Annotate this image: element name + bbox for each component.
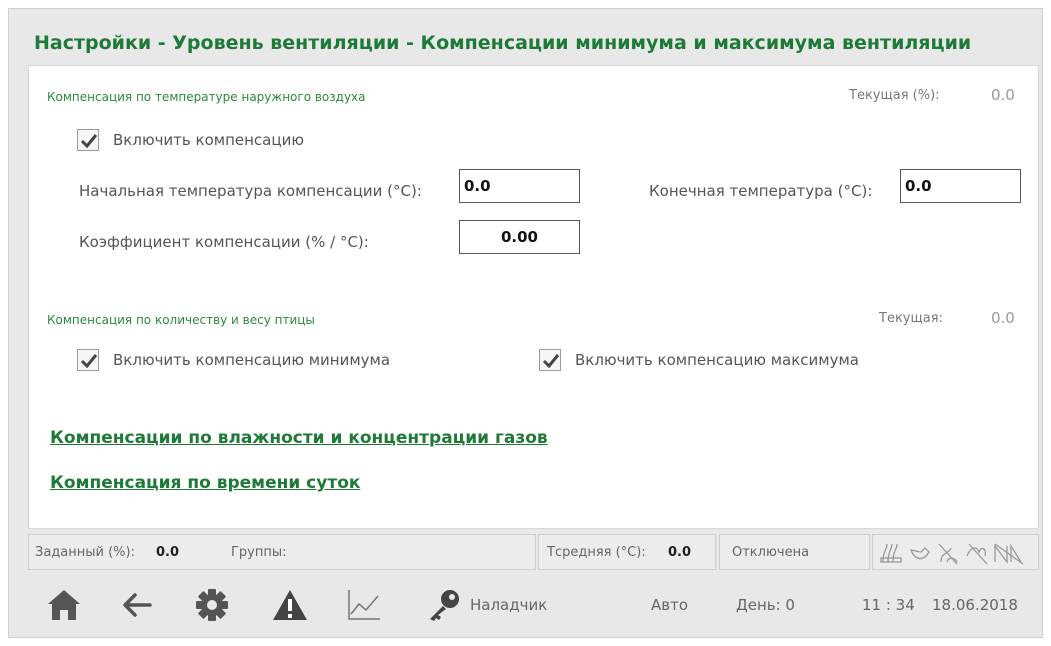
time-of-day-compensation-link[interactable]: Компенсация по времени суток bbox=[50, 473, 360, 493]
avg-temp-value: 0.0 bbox=[668, 545, 692, 560]
day-counter: День: 0 bbox=[736, 596, 795, 614]
enable-compensation-label: Включить компенсацию bbox=[113, 131, 304, 149]
status-avg-temp-box: Тсредняя (°C): 0.0 bbox=[538, 534, 716, 570]
coefficient-input[interactable] bbox=[459, 220, 580, 254]
no-light-icon bbox=[994, 543, 1024, 565]
gear-icon[interactable] bbox=[195, 588, 229, 622]
birds-section-title: Компенсация по количеству и весу птицы bbox=[47, 313, 315, 327]
enable-min-compensation-label: Включить компенсацию минимума bbox=[113, 351, 391, 369]
clock-time: 11 : 34 bbox=[862, 596, 915, 614]
key-icon[interactable] bbox=[426, 588, 462, 622]
page-title: Настройки - Уровень вентиляции - Компенс… bbox=[34, 32, 972, 54]
graph-icon[interactable] bbox=[346, 588, 382, 622]
enable-min-compensation-checkbox[interactable] bbox=[77, 349, 99, 371]
back-arrow-icon[interactable] bbox=[120, 588, 154, 622]
enable-max-compensation-checkbox[interactable] bbox=[539, 349, 561, 371]
user-role: Наладчик bbox=[470, 596, 548, 614]
avg-temp-label: Тсредняя (°C): bbox=[547, 545, 646, 560]
home-icon[interactable] bbox=[46, 588, 82, 622]
checkmark-icon bbox=[80, 134, 98, 149]
birds-current-value: 0.0 bbox=[991, 309, 1015, 327]
coefficient-label: Коэффициент компенсации (% / °C): bbox=[79, 233, 369, 251]
start-temp-label: Начальная температура компенсации (°C): bbox=[79, 182, 422, 200]
settings-panel: Компенсация по температуре наружного воз… bbox=[28, 65, 1039, 529]
status-icons-box bbox=[872, 534, 1039, 570]
setpoint-label: Заданный (%): bbox=[35, 545, 135, 560]
alarm-icon[interactable] bbox=[272, 588, 308, 622]
no-fan-icon bbox=[938, 543, 958, 565]
end-temp-label: Конечная температура (°C): bbox=[649, 182, 873, 200]
heater-icon bbox=[880, 543, 902, 563]
start-temp-input[interactable] bbox=[459, 169, 580, 203]
checkmark-icon bbox=[80, 354, 98, 369]
checkmark-icon bbox=[542, 354, 560, 369]
setpoint-value: 0.0 bbox=[156, 545, 180, 560]
status-state-box: Отключена bbox=[719, 534, 870, 570]
outside-temp-current-label: Текущая (%): bbox=[849, 88, 940, 103]
birds-current-label: Текущая: bbox=[879, 311, 943, 326]
clock-date: 18.06.2018 bbox=[932, 596, 1018, 614]
cooling-icon bbox=[966, 543, 988, 565]
end-temp-input[interactable] bbox=[900, 169, 1021, 203]
mode-label: Авто bbox=[651, 596, 689, 614]
outside-temp-current-value: 0.0 bbox=[991, 86, 1015, 104]
status-setpoint-box: Заданный (%): 0.0 Группы: bbox=[28, 534, 536, 570]
humidity-gas-compensation-link[interactable]: Компенсации по влажности и концентрации … bbox=[50, 428, 548, 448]
enable-compensation-checkbox[interactable] bbox=[77, 129, 99, 151]
outside-temp-section-title: Компенсация по температуре наружного воз… bbox=[47, 90, 366, 104]
bottom-navigation: Наладчик Авто День: 0 11 : 34 18.06.2018 bbox=[28, 574, 1039, 636]
enable-max-compensation-label: Включить компенсацию максимума bbox=[575, 351, 859, 369]
state-text: Отключена bbox=[732, 545, 810, 560]
bird-icon bbox=[910, 547, 930, 560]
groups-label: Группы: bbox=[231, 545, 287, 560]
